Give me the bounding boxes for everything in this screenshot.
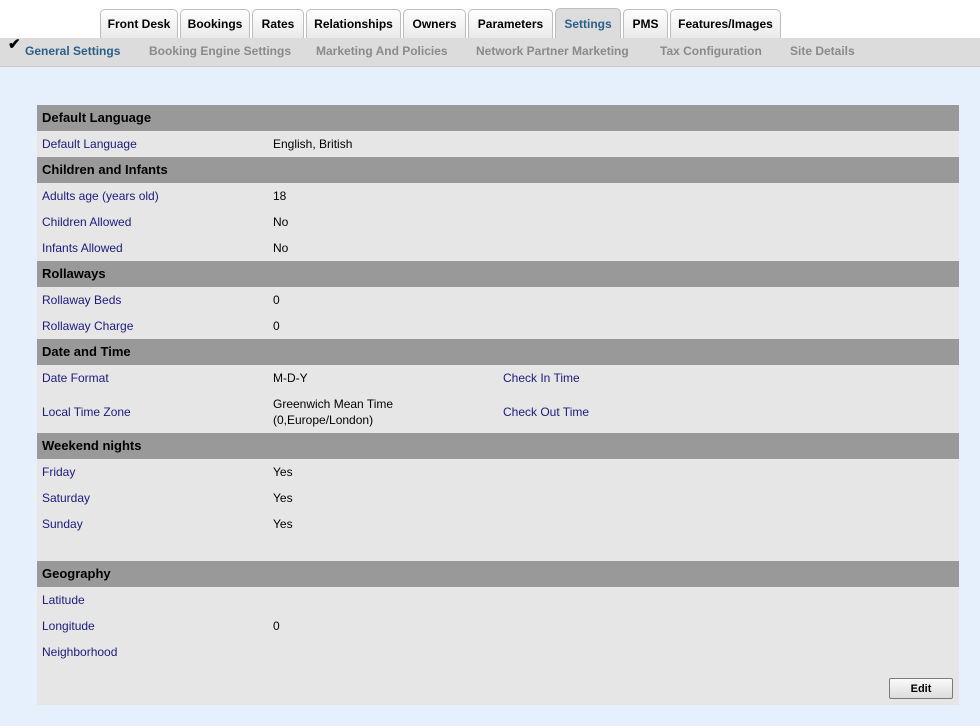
children-allowed-label: Children Allowed — [42, 215, 132, 229]
check-in-time-label: Check In Time — [503, 371, 580, 385]
infants-allowed-value: No — [273, 241, 289, 255]
tab-features-images[interactable]: Features/Images — [670, 9, 781, 38]
date-format-value: M-D-Y — [273, 371, 308, 385]
top-nav: Front Desk Bookings Rates Relationships … — [0, 0, 980, 38]
check-out-time-label: Check Out Time — [503, 405, 590, 419]
section-rollaways: Rollaways — [37, 261, 959, 287]
local-time-zone-label: Local Time Zone — [42, 405, 131, 419]
sunday-label: Sunday — [42, 517, 83, 531]
section-children-infants: Children and Infants — [37, 157, 959, 183]
content-area: Default Language Default Language Englis… — [0, 67, 980, 726]
infants-allowed-label: Infants Allowed — [42, 241, 123, 255]
sub-nav: ✔ General Settings Booking Engine Settin… — [0, 36, 980, 67]
time-zone-value-line2: (0,Europe/London) — [273, 413, 374, 427]
tab-owners[interactable]: Owners — [403, 9, 466, 38]
time-zone-value-line1: Greenwich Mean Time — [273, 397, 394, 411]
edit-button[interactable]: Edit — [889, 678, 953, 699]
saturday-value: Yes — [273, 491, 293, 505]
rollaway-charge-label: Rollaway Charge — [42, 319, 134, 333]
subtab-marketing-and-policies[interactable]: Marketing And Policies — [316, 44, 448, 58]
neighborhood-label: Neighborhood — [42, 645, 118, 659]
section-geography: Geography — [37, 561, 959, 587]
tab-bookings[interactable]: Bookings — [180, 9, 250, 38]
adults-age-value: 18 — [273, 189, 287, 203]
section-default-language: Default Language — [37, 105, 959, 131]
friday-label: Friday — [42, 465, 76, 479]
children-allowed-value: No — [273, 215, 289, 229]
subtab-general-settings[interactable]: General Settings — [25, 44, 120, 58]
tab-rates[interactable]: Rates — [252, 9, 304, 38]
section-weekend-nights: Weekend nights — [37, 433, 959, 459]
friday-value: Yes — [273, 465, 293, 479]
section-date-time: Date and Time — [37, 339, 959, 365]
subtab-site-details[interactable]: Site Details — [790, 44, 855, 58]
tab-front-desk[interactable]: Front Desk — [100, 9, 178, 38]
rollaway-beds-value: 0 — [273, 293, 280, 307]
adults-age-label: Adults age (years old) — [42, 189, 159, 203]
subtab-network-partner-marketing[interactable]: Network Partner Marketing — [476, 44, 629, 58]
tab-pms[interactable]: PMS — [623, 9, 668, 38]
rollaway-charge-value: 0 — [273, 319, 280, 333]
longitude-label: Longitude — [42, 619, 95, 633]
settings-panel: Default Language Default Language Englis… — [37, 105, 959, 705]
default-language-value: English, British — [273, 137, 353, 151]
longitude-value: 0 — [273, 619, 280, 633]
rollaway-beds-label: Rollaway Beds — [42, 293, 122, 307]
subtab-booking-engine-settings[interactable]: Booking Engine Settings — [149, 44, 291, 58]
saturday-label: Saturday — [42, 491, 91, 505]
tab-settings[interactable]: Settings — [555, 8, 621, 38]
checkmark-icon: ✔ — [8, 36, 21, 53]
latitude-label: Latitude — [42, 593, 85, 607]
date-format-label: Date Format — [42, 371, 109, 385]
subtab-tax-configuration[interactable]: Tax Configuration — [660, 44, 762, 58]
default-language-label: Default Language — [42, 137, 137, 151]
tab-relationships[interactable]: Relationships — [306, 9, 401, 38]
sunday-value: Yes — [273, 517, 293, 531]
tab-parameters[interactable]: Parameters — [468, 9, 553, 38]
